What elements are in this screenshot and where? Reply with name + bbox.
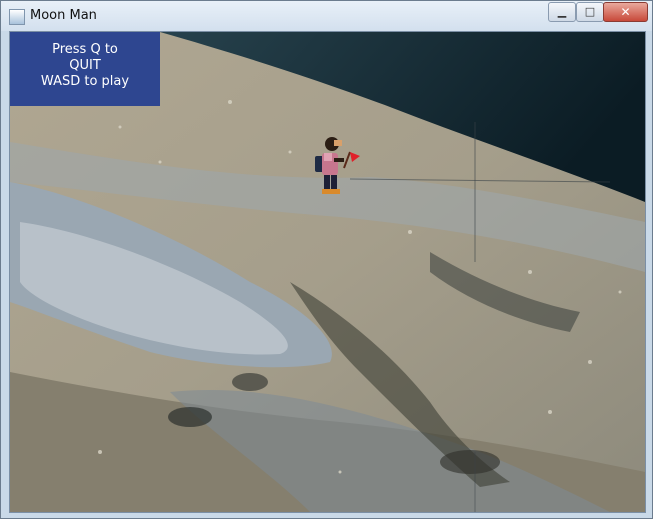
title-bar[interactable]: Moon Man ▁ □ ✕ bbox=[1, 1, 652, 31]
game-canvas[interactable]: Press Q to QUIT WASD to play bbox=[9, 31, 646, 513]
minimize-button[interactable]: ▁ bbox=[548, 2, 576, 22]
hud-line-3: WASD to play bbox=[40, 74, 130, 89]
maximize-icon: □ bbox=[584, 5, 596, 18]
minimize-icon: ▁ bbox=[557, 5, 567, 18]
game-window: Moon Man ▁ □ ✕ Press Q to QUIT WASD to p… bbox=[0, 0, 653, 519]
moon-man-player bbox=[315, 137, 360, 194]
close-button[interactable]: ✕ bbox=[603, 2, 648, 22]
maximize-button[interactable]: □ bbox=[576, 2, 604, 22]
hud-instructions: Press Q to QUIT WASD to play bbox=[10, 32, 160, 106]
window-title: Moon Man bbox=[30, 8, 97, 23]
hud-line-1: Press Q to bbox=[52, 42, 118, 57]
app-window-icon bbox=[9, 9, 25, 25]
hud-line-2: QUIT bbox=[69, 58, 101, 73]
close-icon: ✕ bbox=[620, 5, 631, 19]
